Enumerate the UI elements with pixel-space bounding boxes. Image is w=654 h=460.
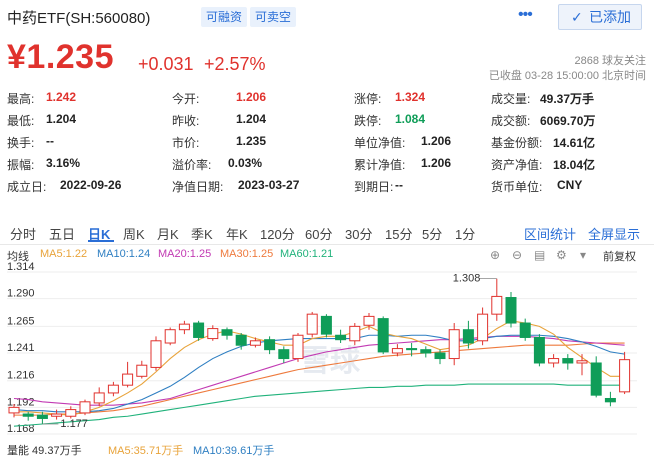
candle-body [391, 348, 403, 354]
candle-body [491, 295, 503, 315]
volume-legend-item: MA5:35.71万手 [108, 445, 184, 457]
volume-legend-bar: 量能 49.37万手 MA5:35.71万手 MA10:39.61万手 [0, 442, 654, 458]
candle-body [477, 313, 489, 342]
candle-body [349, 325, 361, 342]
candle-body [292, 334, 304, 360]
candle-body [79, 401, 91, 414]
candle-body [548, 358, 560, 364]
kline-chart[interactable]: 1.3141.2901.2651.2411.2161.1921.1681.308… [0, 0, 654, 460]
candle-body [93, 392, 105, 404]
candle-body [136, 364, 148, 377]
ma20-line [13, 335, 625, 406]
candle-body [377, 318, 389, 353]
candle-body [420, 349, 432, 354]
candle-body [278, 349, 290, 360]
candle-body [448, 329, 460, 360]
low-label: 1.177 [60, 418, 88, 430]
y-tick-label: 1.265 [7, 315, 35, 327]
candle-body [178, 323, 190, 331]
candle-body [107, 384, 119, 394]
candle-body [320, 315, 332, 335]
y-tick-label: 1.241 [7, 342, 35, 354]
candle-body [193, 322, 205, 338]
candle-body [363, 315, 375, 326]
candle-body [51, 413, 63, 417]
candle-body [434, 352, 446, 360]
y-tick-label: 1.216 [7, 370, 35, 382]
candle-body [36, 414, 48, 419]
candle-body [122, 373, 134, 386]
candle-body [22, 413, 34, 417]
candle-body [462, 329, 474, 344]
candle-body [562, 358, 574, 364]
candle-body [164, 329, 176, 344]
candle-body [249, 340, 261, 346]
ma10-line [13, 334, 625, 413]
candle-body [590, 362, 602, 396]
y-tick-label: 1.192 [7, 396, 35, 408]
candle-body [619, 359, 631, 393]
candle-body [65, 409, 77, 417]
candle-body [406, 348, 418, 351]
candle-body [306, 313, 318, 335]
candle-body [8, 406, 20, 414]
candle-body [533, 336, 545, 364]
y-tick-label: 1.314 [7, 261, 35, 273]
high-label: 1.308 [453, 273, 481, 285]
candle-body [150, 340, 162, 368]
candle-body [576, 360, 588, 364]
candle-body [264, 339, 276, 351]
candle-body [235, 334, 247, 346]
candle-body [519, 322, 531, 338]
candle-body [207, 328, 219, 340]
candle-body [604, 397, 616, 403]
volume-legend-item: MA10:39.61万手 [193, 445, 275, 457]
candle-body [335, 334, 347, 341]
candle-body [221, 329, 233, 336]
volume-legend-item: 量能 49.37万手 [7, 445, 82, 457]
candle-body [505, 297, 517, 324]
y-tick-label: 1.290 [7, 288, 35, 300]
